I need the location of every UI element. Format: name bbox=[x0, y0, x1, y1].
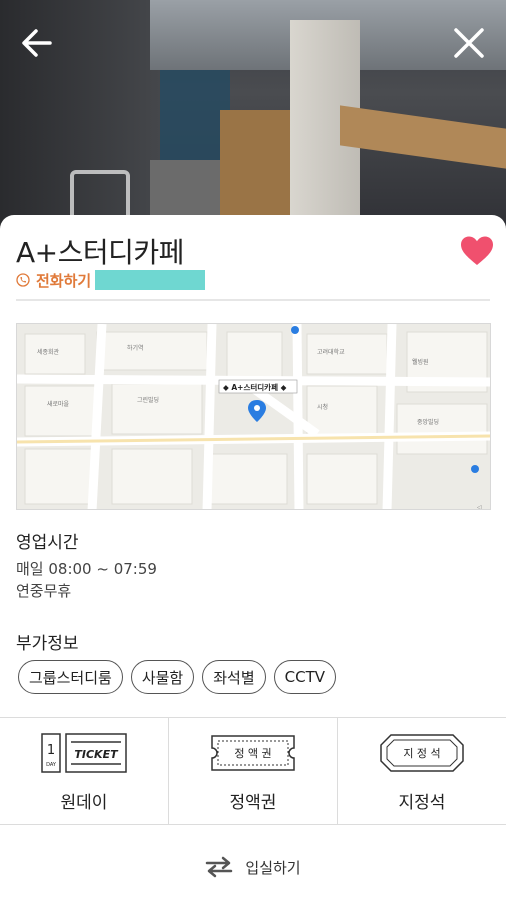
reserved-seat-ticket-icon: 지 정 석 bbox=[379, 732, 465, 774]
divider bbox=[16, 299, 490, 301]
place-name: A+스터디카페 bbox=[16, 236, 184, 269]
title-row: A+스터디카페 bbox=[16, 231, 494, 271]
ticket-reserved-seat-label: 지정석 bbox=[398, 793, 446, 813]
chip-cctv: CCTV bbox=[273, 660, 336, 694]
enter-label: 입실하기 bbox=[245, 858, 301, 877]
divider bbox=[0, 824, 506, 825]
svg-text:◆ A+스터디카페 ◆: ◆ A+스터디카페 ◆ bbox=[223, 382, 287, 392]
fixed-amount-ticket-text: 정 액 권 bbox=[234, 747, 271, 760]
svg-text:하기역: 하기역 bbox=[127, 344, 144, 352]
ticket-oneday-label: 원데이 bbox=[60, 793, 108, 813]
hours-daily: 매일 08:00 ~ 07:59 bbox=[16, 560, 157, 578]
close-button[interactable] bbox=[448, 22, 490, 64]
hero-photo bbox=[0, 0, 506, 232]
extras-chips: 그룹스터디룸 사물함 좌석별 CCTV bbox=[18, 660, 336, 694]
fixed-amount-ticket-icon: 정 액 권 bbox=[210, 732, 296, 774]
ticket-fixed-amount-label: 정액권 bbox=[229, 793, 277, 813]
swap-arrows-icon bbox=[206, 856, 233, 878]
chip-per-seat: 좌석별 bbox=[202, 660, 266, 694]
ticket-fixed-amount[interactable]: 정 액 권 정액권 bbox=[169, 718, 338, 824]
enter-button[interactable]: 입실하기 bbox=[0, 847, 506, 887]
svg-text:고려대학교: 고려대학교 bbox=[317, 348, 345, 356]
svg-text:새로마을: 새로마을 bbox=[47, 400, 70, 408]
call-button[interactable]: 전화하기 bbox=[16, 269, 206, 291]
oneday-ticket-text: TICKET bbox=[74, 748, 119, 761]
svg-text:◁: ◁ bbox=[477, 504, 482, 510]
chip-group-study-room: 그룹스터디룸 bbox=[18, 660, 123, 694]
arrow-left-icon bbox=[22, 29, 52, 57]
oneday-ticket-day: 1 bbox=[47, 743, 55, 758]
ticket-options: 1 DAY TICKET 원데이 정 액 권 정액권 지 정 석 지정석 bbox=[0, 718, 506, 824]
reserved-seat-ticket-text: 지 정 석 bbox=[403, 747, 440, 760]
heart-icon[interactable] bbox=[460, 235, 494, 267]
svg-text:시청: 시청 bbox=[317, 404, 328, 411]
svg-text:그린빌딩: 그린빌딩 bbox=[137, 396, 159, 404]
hours-holiday: 연중무휴 bbox=[16, 582, 72, 600]
phone-icon bbox=[16, 273, 30, 287]
extras-title: 부가정보 bbox=[16, 634, 79, 654]
close-icon bbox=[454, 28, 484, 58]
oneday-ticket-icon: 1 DAY TICKET bbox=[41, 732, 127, 774]
oneday-ticket-day-unit: DAY bbox=[46, 762, 57, 768]
back-button[interactable] bbox=[16, 22, 58, 64]
chip-locker: 사물함 bbox=[130, 660, 195, 694]
phone-number-redacted bbox=[95, 270, 206, 290]
ticket-oneday[interactable]: 1 DAY TICKET 원데이 bbox=[0, 718, 169, 824]
hours-title: 영업시간 bbox=[16, 533, 79, 553]
svg-text:세종회관: 세종회관 bbox=[37, 348, 60, 356]
svg-text:중앙빌딩: 중앙빌딩 bbox=[417, 418, 439, 426]
map-image: 세종회관 하기역 그린빌딩 새로마을 고려대학교 웰빙원 시청 중앙빌딩 ◆ A… bbox=[17, 324, 490, 510]
location-map[interactable]: 세종회관 하기역 그린빌딩 새로마을 고려대학교 웰빙원 시청 중앙빌딩 ◆ A… bbox=[16, 323, 491, 510]
svg-text:웰빙원: 웰빙원 bbox=[412, 358, 429, 366]
detail-sheet: A+스터디카페 전화하기 세종회관 하기역 그린빌딩 새로마을 고려대학교 웰빙… bbox=[0, 215, 506, 900]
ticket-reserved-seat[interactable]: 지 정 석 지정석 bbox=[338, 718, 506, 824]
call-label: 전화하기 bbox=[36, 271, 92, 290]
